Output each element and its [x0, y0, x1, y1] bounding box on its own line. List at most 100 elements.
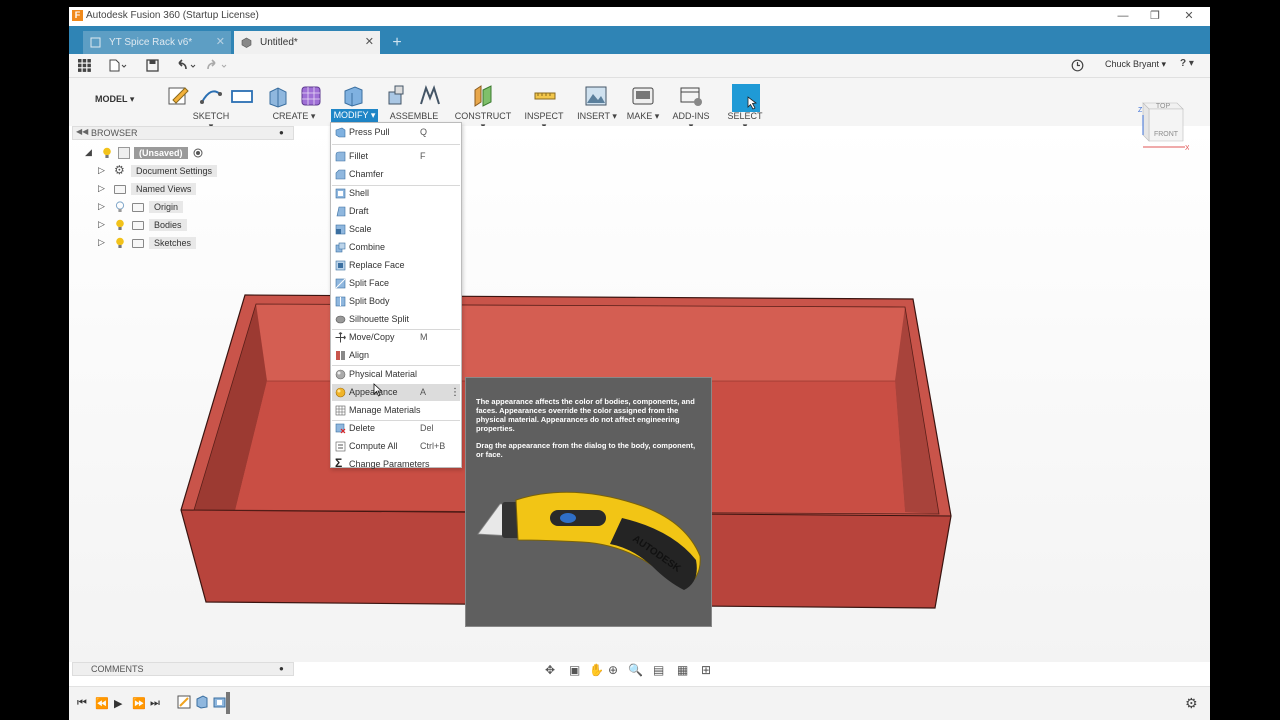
modify-menu[interactable]: MODIFY ▾	[331, 109, 378, 122]
menu-item-label: Chamfer	[349, 169, 384, 179]
timeline-extrude-feature-icon[interactable]	[195, 695, 209, 709]
menu-item-move-copy[interactable]: Move/Copy M	[332, 329, 460, 346]
zoom-icon[interactable]: ⊕	[608, 663, 618, 677]
browser-item-origin[interactable]: ▷ Origin	[69, 199, 309, 216]
menu-item-physical-material[interactable]: Physical Material	[332, 366, 460, 383]
comments-panel-header[interactable]: COMMENTS ●	[72, 662, 294, 676]
root-component-label[interactable]: (Unsaved)	[134, 147, 188, 159]
look-at-icon[interactable]: ▣	[569, 663, 580, 677]
step-back-icon[interactable]: ⏪	[95, 697, 109, 710]
menu-item-replace-face[interactable]: Replace Face	[332, 257, 460, 274]
maximize-button[interactable]: ❐	[1145, 9, 1165, 23]
activate-radio-icon[interactable]	[193, 148, 203, 158]
file-menu-icon[interactable]	[109, 59, 127, 72]
insert-menu[interactable]: INSERT ▾	[577, 111, 617, 122]
menu-item-draft[interactable]: Draft	[332, 203, 460, 220]
select-tool-button[interactable]	[732, 84, 760, 112]
offset-plane-icon[interactable]	[471, 84, 495, 108]
fit-zoom-icon[interactable]: 🔍	[628, 663, 643, 677]
line-tool-icon[interactable]	[199, 84, 223, 108]
rectangle-tool-icon[interactable]	[230, 84, 254, 108]
menu-item-split-body[interactable]: Split Body	[332, 293, 460, 310]
tab-untitled[interactable]: Untitled* ✕	[234, 31, 380, 54]
menu-item-change-parameters[interactable]: Σ Change Parameters	[332, 456, 460, 473]
visibility-bulb-icon[interactable]	[102, 147, 112, 159]
timeline-settings-gear-icon[interactable]: ⚙	[1185, 695, 1198, 712]
browser-pin-icon[interactable]: ●	[279, 128, 284, 137]
tab-yt-spice-rack[interactable]: YT Spice Rack v6* ✕	[83, 31, 231, 54]
browser-item-named-views[interactable]: ▷ Named Views	[69, 181, 309, 198]
menu-item-align[interactable]: Align	[332, 347, 460, 364]
menu-item-silhouette-split[interactable]: Silhouette Split	[332, 311, 460, 328]
menu-item-split-face[interactable]: Split Face	[332, 275, 460, 292]
viewcube-front-label[interactable]: FRONT	[1154, 131, 1179, 138]
joint-icon[interactable]	[418, 84, 442, 108]
expand-arrow-icon[interactable]: ▷	[98, 201, 107, 213]
view-cube[interactable]: TOP FRONT Z X	[1137, 95, 1189, 155]
menu-item-shell[interactable]: Shell	[332, 185, 460, 202]
step-forward-icon[interactable]: ⏩	[132, 697, 146, 710]
press-pull-tool-icon[interactable]	[341, 84, 365, 108]
orbit-icon[interactable]: ✥	[545, 663, 555, 677]
close-tab-icon[interactable]: ✕	[365, 31, 374, 54]
grid-settings-icon[interactable]: ▦	[677, 663, 688, 677]
undo-icon[interactable]	[175, 59, 201, 72]
new-tab-button[interactable]: +	[387, 33, 407, 53]
measure-icon[interactable]	[533, 84, 557, 108]
3d-print-icon[interactable]	[631, 84, 655, 108]
close-window-button[interactable]: ✕	[1179, 9, 1199, 23]
display-settings-icon[interactable]: ▤	[653, 663, 664, 677]
go-to-end-icon[interactable]: ⏭	[150, 697, 160, 710]
comments-pin-icon[interactable]: ●	[279, 664, 284, 673]
new-component-icon[interactable]	[386, 84, 410, 108]
expand-arrow-icon[interactable]: ▷	[98, 183, 107, 195]
browser-item-sketches[interactable]: ▷ Sketches	[69, 235, 309, 252]
extrude-icon[interactable]	[266, 84, 290, 108]
close-tab-icon[interactable]: ✕	[216, 31, 225, 54]
menu-item-compute-all[interactable]: Compute All Ctrl+B	[332, 438, 460, 455]
collapse-browser-icon[interactable]: ◀◀	[76, 127, 88, 136]
menu-item-delete[interactable]: Delete Del	[332, 420, 460, 437]
browser-item-document-settings[interactable]: ▷ ⚙ Document Settings	[69, 163, 309, 180]
data-panel-grid-icon[interactable]	[78, 59, 91, 72]
browser-root-node[interactable]: ◢ (Unsaved)	[69, 145, 309, 162]
visibility-bulb-icon[interactable]	[115, 219, 125, 231]
play-icon[interactable]: ▶	[114, 697, 122, 710]
browser-item-bodies[interactable]: ▷ Bodies	[69, 217, 309, 234]
timeline-sketch-feature-icon[interactable]	[177, 695, 191, 709]
redo-icon[interactable]	[206, 59, 232, 72]
viewcube-top-label[interactable]: TOP	[1156, 103, 1171, 110]
viewports-icon[interactable]: ⊞	[701, 663, 711, 677]
visibility-bulb-off-icon[interactable]	[115, 201, 125, 213]
expand-arrow-icon[interactable]: ◢	[85, 147, 94, 159]
form-icon[interactable]	[299, 84, 323, 108]
workspace-switcher[interactable]: MODEL ▾	[95, 94, 145, 110]
timeline-shell-feature-icon[interactable]	[213, 695, 227, 709]
menu-item-chamfer[interactable]: Chamfer	[332, 166, 460, 183]
menu-item-manage-materials[interactable]: Manage Materials	[332, 402, 460, 419]
visibility-bulb-icon[interactable]	[115, 237, 125, 249]
go-to-start-icon[interactable]: ⏮	[77, 697, 87, 710]
menu-item-press-pull[interactable]: Press Pull Q	[332, 124, 460, 141]
expand-arrow-icon[interactable]: ▷	[98, 219, 107, 231]
help-menu[interactable]: ? ▾	[1180, 58, 1194, 69]
expand-arrow-icon[interactable]: ▷	[98, 165, 107, 177]
insert-canvas-icon[interactable]	[584, 84, 608, 108]
minimize-button[interactable]: —	[1113, 9, 1133, 23]
make-menu[interactable]: MAKE ▾	[625, 111, 661, 122]
browser-panel-header[interactable]: ◀◀ BROWSER ●	[72, 126, 294, 140]
user-account-menu[interactable]: Chuck Bryant ▾	[1105, 59, 1166, 70]
menu-item-scale[interactable]: Scale	[332, 221, 460, 238]
expand-arrow-icon[interactable]: ▷	[98, 237, 107, 249]
save-icon[interactable]	[146, 59, 159, 72]
create-menu[interactable]: CREATE ▾	[272, 111, 316, 122]
timeline-marker[interactable]	[226, 692, 230, 714]
menu-item-appearance[interactable]: Appearance A ⋮	[332, 384, 460, 401]
pan-hand-icon[interactable]: ✋	[589, 663, 604, 677]
menu-item-combine[interactable]: Combine	[332, 239, 460, 256]
create-sketch-icon[interactable]	[167, 84, 191, 108]
job-status-clock-icon[interactable]	[1071, 59, 1084, 72]
more-options-icon[interactable]: ⋮	[450, 384, 460, 401]
scripts-addins-icon[interactable]	[679, 84, 703, 108]
menu-item-fillet[interactable]: Fillet F	[332, 148, 460, 165]
